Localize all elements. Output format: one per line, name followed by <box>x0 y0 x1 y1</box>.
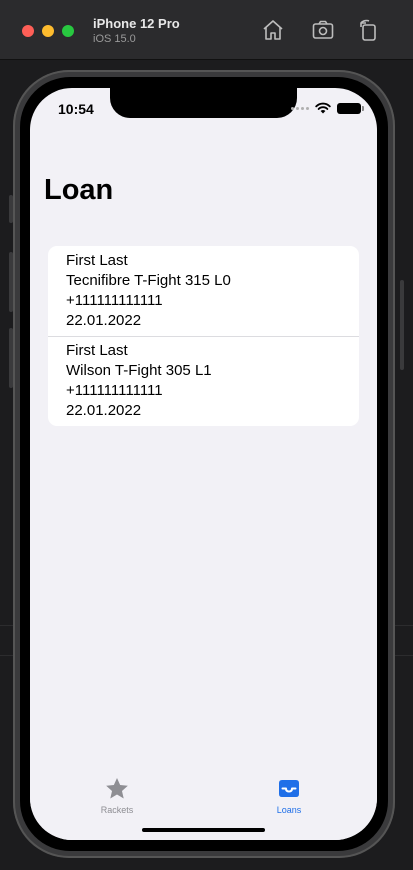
borrower-phone: +111111111111 <box>66 292 163 309</box>
racket-name: Tecnifibre T-Fight 315 L0 <box>66 272 231 289</box>
status-time: 10:54 <box>58 101 94 117</box>
wifi-icon <box>315 102 331 114</box>
rotate-icon[interactable] <box>357 18 381 42</box>
status-icons <box>291 102 364 114</box>
home-icon[interactable] <box>261 18 285 42</box>
loan-date: 22.01.2022 <box>66 402 142 419</box>
notch <box>110 88 297 118</box>
racket-name: Wilson T-Fight 305 L1 <box>66 362 212 379</box>
zoom-window-button[interactable] <box>62 25 74 37</box>
screenshot-icon[interactable] <box>311 18 335 42</box>
volume-down-button <box>9 328 13 388</box>
list-item[interactable]: First Last Tecnifibre T-Fight 315 L0 +11… <box>48 246 359 336</box>
borrower-name: First Last <box>66 342 128 359</box>
device-os-version: iOS 15.0 <box>93 33 136 45</box>
borrower-phone: +111111111111 <box>66 382 163 399</box>
tab-rackets[interactable]: Rackets <box>72 776 162 815</box>
device-name: iPhone 12 Pro <box>93 16 180 31</box>
tab-label: Rackets <box>100 805 134 815</box>
home-indicator <box>142 828 265 832</box>
borrower-name: First Last <box>66 252 128 269</box>
list-item[interactable]: First Last Wilson T-Fight 305 L1 +111111… <box>48 336 359 426</box>
simulator-titlebar: iPhone 12 Pro iOS 15.0 <box>0 0 413 60</box>
cellular-dots-icon <box>291 106 309 110</box>
minimize-window-button[interactable] <box>42 25 54 37</box>
tray-icon <box>279 780 299 797</box>
volume-up-button <box>9 252 13 312</box>
action-button <box>9 195 13 223</box>
close-window-button[interactable] <box>22 25 34 37</box>
battery-icon <box>337 102 364 114</box>
side-button <box>400 280 404 370</box>
star-icon <box>106 777 128 799</box>
tab-label: Loans <box>276 805 302 815</box>
page-title: Loan <box>44 174 114 206</box>
device-screen: 10:54 Loan First Last Tecnifibre T-Fight… <box>30 88 377 840</box>
loan-date: 22.01.2022 <box>66 312 142 329</box>
loans-list: First Last Tecnifibre T-Fight 315 L0 +11… <box>48 246 359 426</box>
tab-loans[interactable]: Loans <box>244 776 334 815</box>
